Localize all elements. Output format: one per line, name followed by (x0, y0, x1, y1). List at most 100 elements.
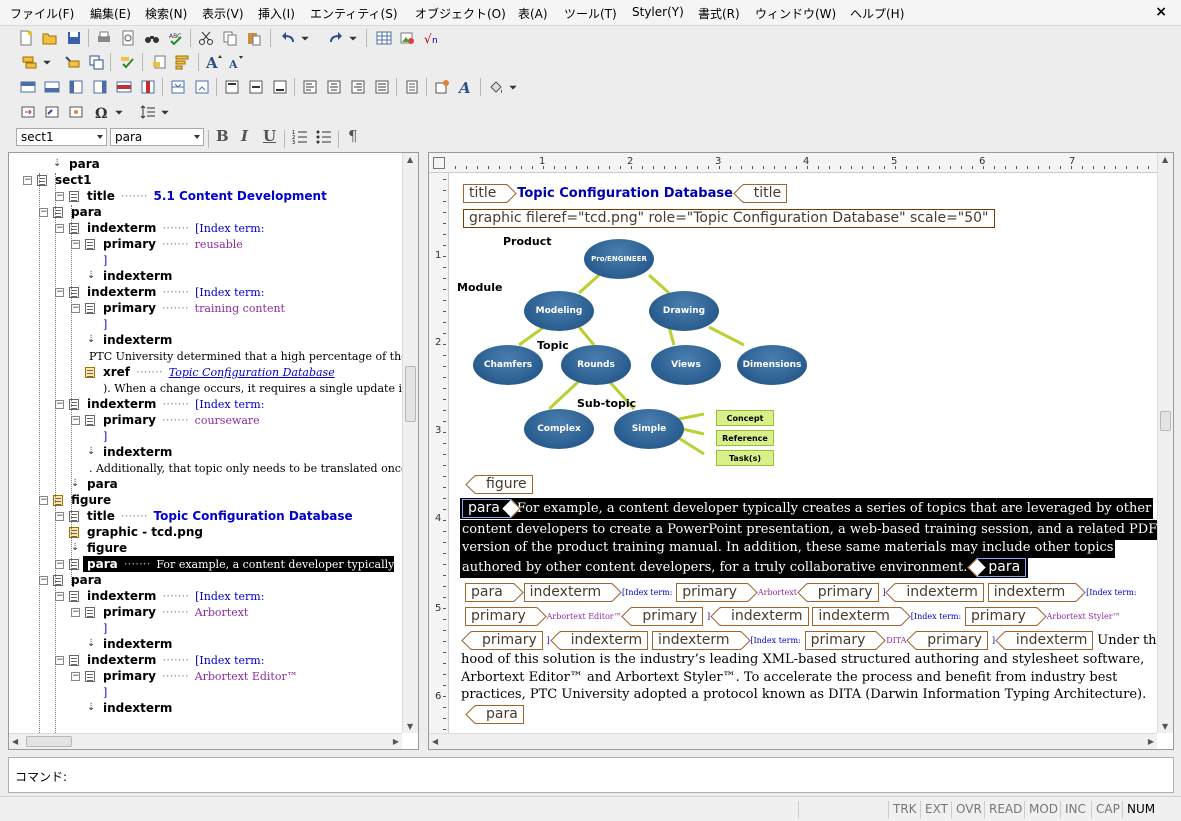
collapse-toggle-icon[interactable]: − (71, 416, 80, 425)
menu-styler[interactable]: Styler(Y) (632, 5, 684, 19)
body-line-2[interactable]: Arbortext Editor™ and Arbortext Styler™.… (461, 669, 1117, 687)
paragraph-text-line-4[interactable]: authored by other content developers, fo… (462, 560, 967, 575)
insert-markup-icon[interactable] (20, 52, 40, 72)
primary-value-3[interactable]: Arbortext Styler™ (1047, 612, 1121, 621)
primary-tag-4[interactable]: primary (804, 631, 877, 650)
undo-dropdown-icon[interactable] (300, 28, 310, 48)
body-line-1[interactable]: hood of this solution is the industry’s … (461, 651, 1144, 669)
fill-dropdown-icon[interactable] (508, 77, 518, 97)
paste-icon[interactable] (244, 28, 264, 48)
split-cell-icon[interactable] (168, 77, 188, 97)
menu-object[interactable]: オブジェクト(O) (415, 5, 506, 22)
menu-table[interactable]: 表(A) (518, 5, 548, 22)
fill-color-icon[interactable] (486, 77, 506, 97)
menu-view[interactable]: 表示(V) (202, 5, 244, 22)
table-icon[interactable] (374, 28, 394, 48)
graphic-tag[interactable]: graphic fileref="tcd.png" role="Topic Co… (463, 209, 995, 228)
para-tag[interactable]: para (465, 583, 514, 602)
valign-bottom-icon[interactable] (270, 77, 290, 97)
collapse-toggle-icon[interactable]: − (71, 304, 80, 313)
primary-end-tag-3[interactable]: primary (471, 631, 543, 650)
copy-icon[interactable] (220, 28, 240, 48)
indexterm-tag-4[interactable]: indexterm (651, 631, 741, 650)
primary-end-tag-4[interactable]: primary (916, 631, 989, 650)
graphic-element[interactable]: graphic fileref="tcd.png" role="Topic Co… (463, 209, 995, 228)
menu-file[interactable]: ファイル(F) (10, 5, 74, 22)
title-end-tag[interactable]: title (742, 184, 788, 203)
index-tags-row-3[interactable]: primary ] indexterm indexterm [Index ter… (465, 631, 1164, 650)
collapse-toggle-icon[interactable]: − (55, 656, 64, 665)
style-select[interactable]: para (110, 128, 204, 146)
insert-list-icon[interactable] (172, 52, 192, 72)
collapse-toggle-icon[interactable]: − (23, 176, 32, 185)
underline-button[interactable]: U (263, 127, 276, 145)
equation-icon[interactable]: √ n (422, 28, 442, 48)
new-document-icon[interactable] (16, 28, 36, 48)
image-icon[interactable] (398, 28, 418, 48)
selected-paragraph-line-1[interactable]: para For example, a content developer typ… (460, 498, 1154, 519)
show-tags-button[interactable]: ¶ (348, 127, 358, 145)
menu-tools[interactable]: ツール(T) (564, 5, 617, 22)
paragraph-text-line-2[interactable]: content developers to create a PowerPoin… (462, 522, 1157, 537)
copy-markup-icon[interactable] (86, 52, 106, 72)
doc-vertical-scrollbar[interactable]: ▲ ▼ (1157, 153, 1173, 733)
markup-dropdown-icon[interactable] (42, 52, 52, 72)
tree-row-para[interactable]: − para ······· For example, a content devel… (55, 556, 416, 572)
undo-icon[interactable] (278, 28, 298, 48)
scroll-right-icon[interactable]: ▶ (393, 737, 399, 746)
primary-value[interactable]: Arbortext (758, 588, 797, 597)
doc-horizontal-scrollbar[interactable]: ◀ ▶ (429, 733, 1157, 749)
title-start-tag[interactable]: title (463, 184, 508, 203)
scroll-up-icon[interactable]: ▲ (1162, 155, 1168, 164)
change-markup-icon[interactable] (62, 52, 82, 72)
collapse-toggle-icon[interactable]: − (39, 576, 48, 585)
menu-help[interactable]: ヘルプ(H) (850, 5, 904, 22)
collapse-toggle-icon[interactable]: − (39, 208, 48, 217)
index-tags-row-2[interactable]: primary Arbortext Editor™ primary ] inde… (465, 607, 1121, 626)
indexterm-tag[interactable]: indexterm (523, 583, 613, 602)
primary-end-tag[interactable]: primary (806, 583, 879, 602)
menu-format[interactable]: 書式(R) (698, 5, 740, 22)
selected-paragraph-line-3[interactable]: version of the product training manual. … (460, 538, 1116, 558)
menu-window[interactable]: ウィンドウ(W) (755, 5, 836, 22)
insert-entity-icon[interactable] (66, 102, 86, 122)
menu-search[interactable]: 検索(N) (145, 5, 187, 22)
collapse-toggle-icon[interactable]: − (55, 288, 64, 297)
font-style-icon[interactable]: A (456, 77, 476, 97)
line-spacing-icon[interactable] (138, 102, 158, 122)
document-map-panel[interactable]: ⇣ para − sect1− title ······· 5.1 Content Deve… (8, 152, 419, 750)
valign-middle-icon[interactable] (246, 77, 266, 97)
align-justify-icon[interactable] (372, 77, 392, 97)
indexterm-end-tag-4[interactable]: indexterm (1004, 631, 1094, 650)
open-folder-icon[interactable] (40, 28, 60, 48)
primary-tag-2[interactable]: primary (465, 607, 537, 626)
indexterm-tag-3[interactable]: indexterm (812, 607, 901, 626)
index-tags-row-1[interactable]: para indexterm [Index term: primary Arbo… (465, 583, 1137, 602)
menu-entity[interactable]: エンティティ(S) (310, 5, 398, 22)
collapse-toggle-icon[interactable]: − (71, 608, 80, 617)
insert-row-above-icon[interactable] (18, 77, 38, 97)
selected-paragraph-line-2[interactable]: content developers to create a PowerPoin… (460, 520, 1160, 540)
scroll-left-icon[interactable]: ◀ (432, 737, 438, 746)
tree-horizontal-scrollbar[interactable]: ◀ ▶ (9, 733, 402, 749)
indexterm-end-tag-3[interactable]: indexterm (559, 631, 649, 650)
print-preview-icon[interactable] (118, 28, 138, 48)
close-icon[interactable]: × (1155, 4, 1167, 20)
bold-button[interactable]: B (216, 127, 229, 145)
delete-row-icon[interactable] (114, 77, 134, 97)
valign-top-icon[interactable] (222, 77, 242, 97)
edit-attributes-icon[interactable] (150, 52, 170, 72)
para-end-tag[interactable]: para (977, 558, 1027, 577)
special-character-icon[interactable]: Ω (92, 102, 112, 122)
print-icon[interactable] (94, 28, 114, 48)
table-properties-icon[interactable] (402, 77, 422, 97)
body-text-trail[interactable]: Under the (1097, 633, 1164, 648)
tree-hscroll-thumb[interactable] (26, 736, 72, 747)
tree-scroll-thumb[interactable] (405, 366, 416, 422)
primary-tag[interactable]: primary (676, 583, 749, 602)
selected-paragraph-line-4[interactable]: authored by other content developers, fo… (460, 557, 1029, 578)
numbered-list-icon[interactable]: 123 (290, 127, 310, 147)
collapse-toggle-icon[interactable]: − (55, 560, 64, 569)
paragraph-text-line-3[interactable]: version of the product training manual. … (462, 540, 1113, 555)
font-smaller-icon[interactable]: A (226, 52, 246, 72)
